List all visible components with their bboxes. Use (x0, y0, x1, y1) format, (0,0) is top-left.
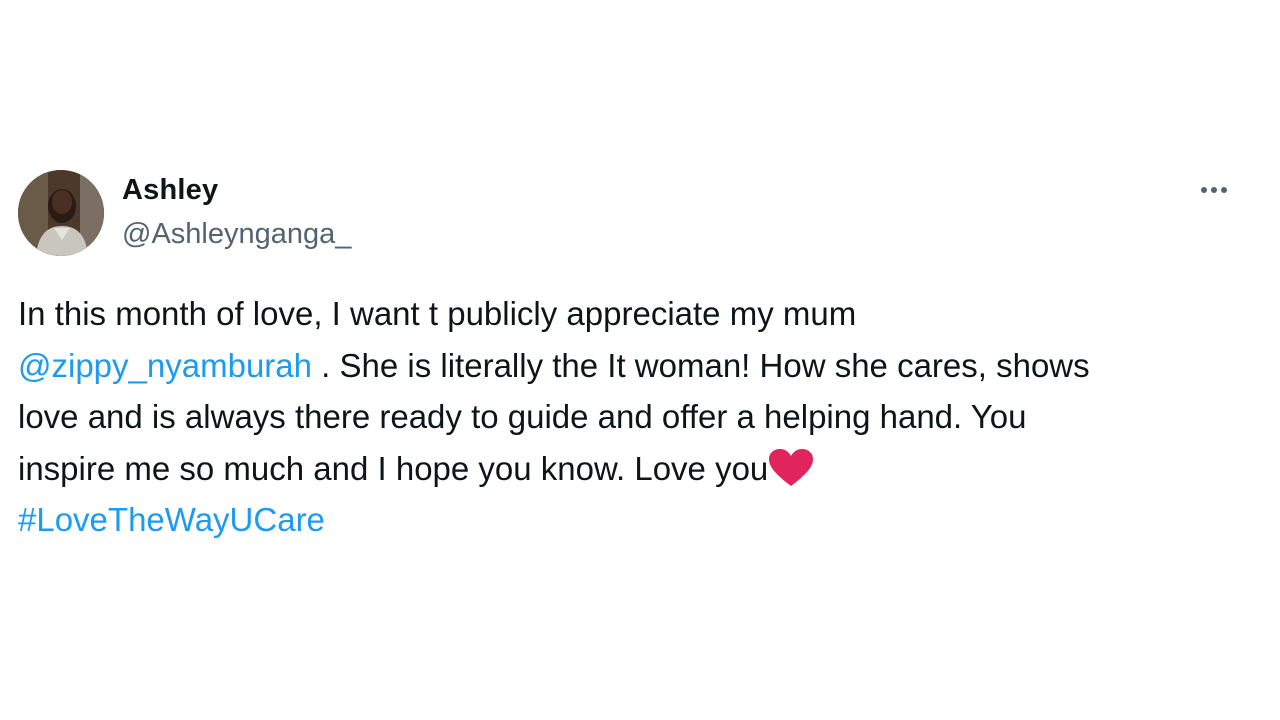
author-handle[interactable]: @Ashleynganga_ (122, 218, 351, 251)
mention-link[interactable]: @zippy_nyamburah (18, 347, 312, 384)
hashtag-link[interactable]: #LoveTheWayUCare (18, 494, 1238, 546)
avatar-photo (18, 170, 104, 256)
tweet-text-line-2: @zippy_nyamburah . She is literally the … (18, 340, 1238, 392)
tweet-text-line-1: In this month of love, I want t publicly… (18, 295, 857, 332)
more-horizontal-icon (1201, 187, 1207, 193)
more-options-button[interactable] (1196, 176, 1232, 204)
tweet-text-line-2-rest: . She is literally the It woman! How she… (312, 346, 1090, 384)
tweet-text-line-4-text: inspire me so much and I hope you know. … (18, 449, 769, 487)
more-horizontal-icon (1221, 187, 1227, 193)
avatar[interactable] (18, 170, 104, 256)
red-heart-icon (769, 448, 814, 486)
more-horizontal-icon (1211, 187, 1217, 193)
tweet-text: In this month of love, I want t publicly… (18, 288, 1238, 546)
tweet-card: Ashley @Ashleynganga_ In this month of l… (0, 0, 1280, 720)
tweet-text-line-3: love and is always there ready to guide … (18, 398, 1027, 435)
author-name[interactable]: Ashley (122, 174, 218, 207)
tweet-text-line-4: inspire me so much and I hope you know. … (18, 443, 1238, 495)
